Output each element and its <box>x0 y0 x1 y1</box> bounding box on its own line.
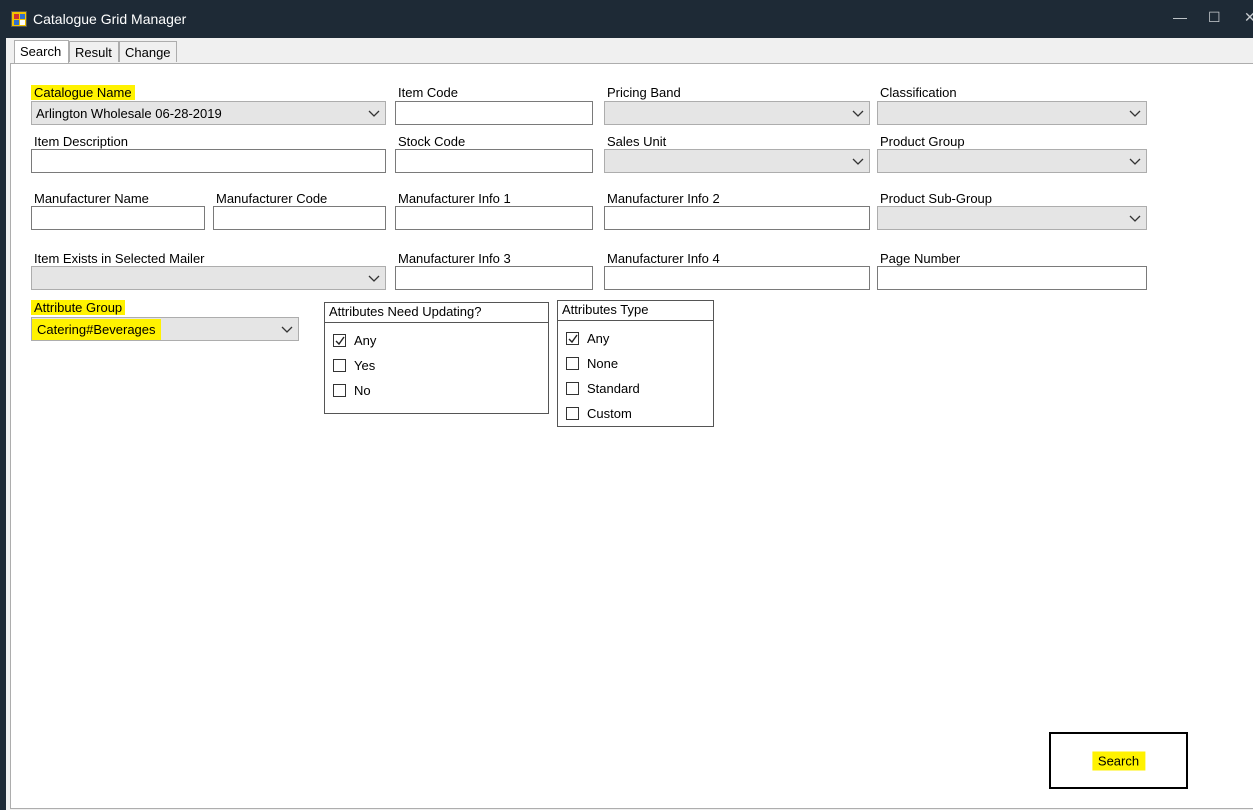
search-tab-page: Catalogue Name Arlington Wholesale 06-28… <box>10 63 1253 809</box>
window-client: Search Result Change Catalogue Name Arli… <box>6 38 1253 810</box>
page-number-label: Page Number <box>880 251 961 266</box>
window-title: Catalogue Grid Manager <box>33 11 187 27</box>
manufacturer-code-input[interactable] <box>213 206 386 230</box>
attribute-group-label: Attribute Group <box>31 300 126 315</box>
checkmark-icon <box>335 336 345 346</box>
stock-code-label: Stock Code <box>398 134 466 149</box>
page-number-input[interactable] <box>877 266 1147 290</box>
product-group-combo[interactable] <box>877 149 1147 173</box>
product-group-label: Product Group <box>880 134 965 149</box>
product-sub-group-combo[interactable] <box>877 206 1147 230</box>
product-sub-group-label: Product Sub-Group <box>880 191 993 206</box>
pricing-band-combo[interactable] <box>604 101 870 125</box>
window-titlebar: Catalogue Grid Manager — ☐ ✕ <box>0 0 1253 38</box>
checkbox-box <box>333 384 346 397</box>
classification-label: Classification <box>880 85 957 100</box>
attributes-need-updating-title: Attributes Need Updating? <box>325 303 548 323</box>
tab-result[interactable]: Result <box>69 41 119 62</box>
need-updating-any-label: Any <box>354 333 377 348</box>
checkbox-box <box>566 357 579 370</box>
checkmark-icon <box>568 334 578 344</box>
type-none-label: None <box>587 356 619 371</box>
chevron-down-icon <box>1129 215 1141 222</box>
checkbox-box <box>566 382 579 395</box>
manufacturer-info-1-label: Manufacturer Info 1 <box>398 191 511 206</box>
type-any-label: Any <box>587 331 610 346</box>
item-description-label: Item Description <box>34 134 128 149</box>
attributes-need-updating-group: Attributes Need Updating? Any Yes No <box>324 302 549 414</box>
minimize-icon[interactable]: — <box>1173 9 1187 25</box>
attribute-group-value: Catering#Beverages <box>32 319 161 340</box>
manufacturer-name-label: Manufacturer Name <box>34 191 149 206</box>
checkbox-box <box>333 334 346 347</box>
stock-code-input[interactable] <box>395 149 593 173</box>
catalogue-name-label: Catalogue Name <box>31 85 135 100</box>
type-custom-label: Custom <box>587 406 632 421</box>
manufacturer-code-label: Manufacturer Code <box>216 191 328 206</box>
manufacturer-name-input[interactable] <box>31 206 205 230</box>
need-updating-no-label: No <box>354 383 371 398</box>
manufacturer-info-2-input[interactable] <box>604 206 870 230</box>
chevron-down-icon <box>852 110 864 117</box>
attributes-type-title: Attributes Type <box>558 301 713 321</box>
attribute-group-combo[interactable]: Catering#Beverages <box>31 317 299 341</box>
manufacturer-info-4-label: Manufacturer Info 4 <box>607 251 720 266</box>
chevron-down-icon <box>368 110 380 117</box>
manufacturer-info-3-label: Manufacturer Info 3 <box>398 251 511 266</box>
maximize-icon[interactable]: ☐ <box>1208 9 1221 26</box>
item-code-input[interactable] <box>395 101 593 125</box>
manufacturer-info-2-label: Manufacturer Info 2 <box>607 191 720 206</box>
chevron-down-icon <box>281 326 293 333</box>
item-description-input[interactable] <box>31 149 386 173</box>
tab-search[interactable]: Search <box>14 40 69 63</box>
checkbox-box <box>566 407 579 420</box>
pricing-band-label: Pricing Band <box>607 85 681 100</box>
search-button[interactable]: Search <box>1049 732 1188 789</box>
sales-unit-combo[interactable] <box>604 149 870 173</box>
item-exists-combo[interactable] <box>31 266 386 290</box>
app-icon <box>11 11 27 27</box>
chevron-down-icon <box>852 158 864 165</box>
catalogue-name-combo[interactable]: Arlington Wholesale 06-28-2019 <box>31 101 386 125</box>
classification-combo[interactable] <box>877 101 1147 125</box>
chevron-down-icon <box>368 275 380 282</box>
search-button-label: Search <box>1091 751 1146 770</box>
close-icon[interactable]: ✕ <box>1244 9 1253 26</box>
item-exists-label: Item Exists in Selected Mailer <box>34 251 205 266</box>
manufacturer-info-3-input[interactable] <box>395 266 593 290</box>
need-updating-yes-label: Yes <box>354 358 376 373</box>
tab-change[interactable]: Change <box>119 41 177 62</box>
checkbox-box <box>333 359 346 372</box>
chevron-down-icon <box>1129 158 1141 165</box>
item-code-label: Item Code <box>398 85 458 100</box>
chevron-down-icon <box>1129 110 1141 117</box>
catalogue-name-value: Arlington Wholesale 06-28-2019 <box>36 106 222 121</box>
type-standard-label: Standard <box>587 381 640 396</box>
manufacturer-info-4-input[interactable] <box>604 266 870 290</box>
checkbox-box <box>566 332 579 345</box>
attributes-type-group: Attributes Type Any None Standard Custom <box>557 300 714 427</box>
sales-unit-label: Sales Unit <box>607 134 667 149</box>
manufacturer-info-1-input[interactable] <box>395 206 593 230</box>
